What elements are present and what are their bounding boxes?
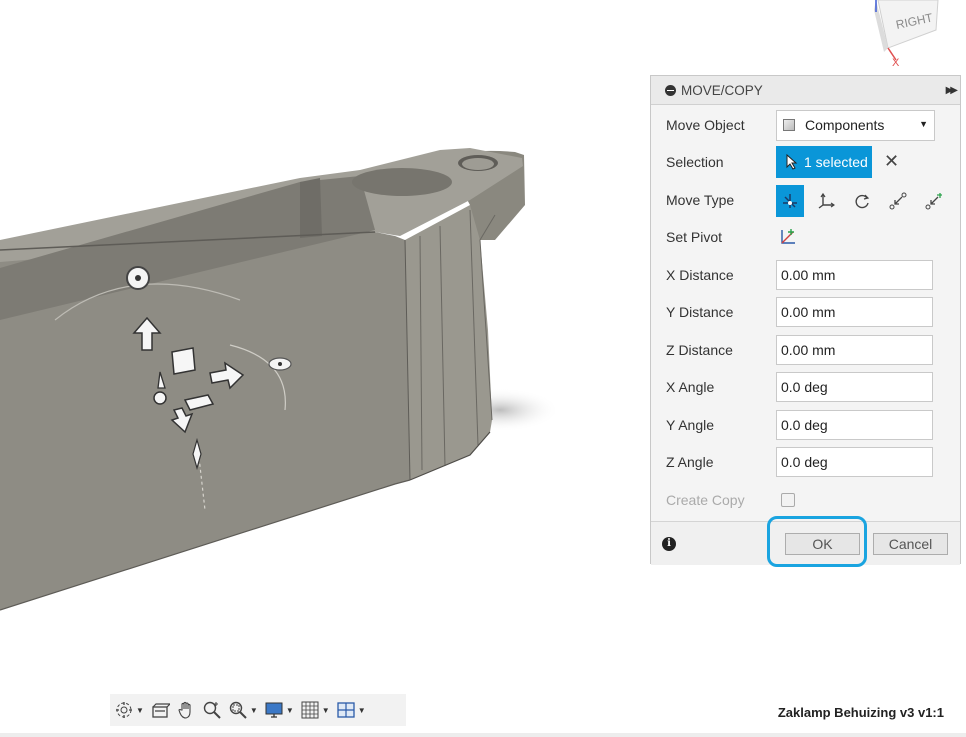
- collapse-icon[interactable]: [665, 84, 676, 96]
- move-object-row: Move Object Components ▼: [666, 109, 956, 141]
- look-at-tool[interactable]: [150, 694, 170, 726]
- move-type-label: Move Type: [666, 192, 735, 208]
- y-angle-row: Y Angle 0.0 deg: [666, 410, 956, 440]
- fit-tool[interactable]: ▼: [228, 694, 258, 726]
- viewcube[interactable]: RIGHT X: [866, 0, 966, 70]
- free-move-icon[interactable]: [776, 185, 804, 217]
- move-object-value: Components: [805, 117, 885, 133]
- move-object-label: Move Object: [666, 117, 745, 133]
- document-title: Zaklamp Behuizing v3 v1:1: [777, 705, 944, 720]
- ok-highlight-annotation: [767, 516, 867, 567]
- move-copy-dialog: MOVE/COPY ▶▶ Move Object Components ▼ Se…: [650, 75, 961, 565]
- viewports-tool[interactable]: ▼: [336, 694, 366, 726]
- z-angle-row: Z Angle 0.0 deg: [666, 447, 956, 477]
- info-icon[interactable]: i: [662, 537, 676, 551]
- navigation-toolbar: ▼ ▼ ▼ ▼ ▼: [110, 694, 406, 726]
- dialog-title: MOVE/COPY: [681, 82, 763, 98]
- hand-icon: [178, 701, 191, 719]
- grid-settings-tool[interactable]: ▼: [300, 694, 330, 726]
- point-to-position-icon[interactable]: [920, 185, 948, 217]
- cancel-button[interactable]: Cancel: [873, 533, 948, 555]
- pan-tool[interactable]: [176, 694, 196, 726]
- monitor-icon: [265, 702, 283, 718]
- bottom-strip: [0, 733, 966, 737]
- display-settings-tool[interactable]: ▼: [264, 694, 294, 726]
- selection-label: Selection: [666, 154, 724, 170]
- y-distance-row: Y Distance 0.00 mm: [666, 297, 956, 327]
- y-distance-label: Y Distance: [666, 304, 734, 320]
- move-type-row: Move Type: [666, 185, 956, 217]
- dialog-header: MOVE/COPY ▶▶: [651, 76, 960, 105]
- chevron-down-icon: ▼: [919, 118, 928, 129]
- chevron-down-icon: ▼: [357, 705, 366, 715]
- y-angle-input[interactable]: 0.0 deg: [776, 410, 933, 440]
- x-distance-row: X Distance 0.00 mm: [666, 260, 956, 290]
- create-copy-checkbox[interactable]: [781, 493, 795, 507]
- y-angle-label: Y Angle: [666, 417, 715, 433]
- cursor-icon: [786, 154, 798, 170]
- zoom-window-icon: [229, 701, 247, 719]
- z-angle-input[interactable]: 0.0 deg: [776, 447, 933, 477]
- zoom-tool[interactable]: [202, 694, 222, 726]
- point-to-point-icon[interactable]: [884, 185, 912, 217]
- chevron-down-icon: ▼: [321, 705, 330, 715]
- chevron-down-icon: ▼: [285, 705, 294, 715]
- z-angle-label: Z Angle: [666, 454, 714, 470]
- x-distance-input[interactable]: 0.00 mm: [776, 260, 933, 290]
- selection-value: 1 selected: [804, 154, 868, 170]
- translate-icon[interactable]: [812, 185, 840, 217]
- viewports-icon: [337, 702, 355, 718]
- x-angle-input[interactable]: 0.0 deg: [776, 372, 933, 402]
- set-pivot-label: Set Pivot: [666, 229, 723, 245]
- x-angle-label: X Angle: [666, 379, 715, 395]
- grid-icon: [301, 701, 319, 719]
- z-distance-input[interactable]: 0.00 mm: [776, 335, 933, 365]
- component-cube-icon: [783, 119, 795, 131]
- y-distance-input[interactable]: 0.00 mm: [776, 297, 933, 327]
- viewcube-x-axis-label: X: [892, 57, 900, 69]
- zoom-icon: [203, 701, 221, 719]
- x-distance-label: X Distance: [666, 267, 734, 283]
- create-copy-label: Create Copy: [666, 492, 745, 508]
- chevron-down-icon: ▼: [249, 705, 258, 715]
- selection-row: Selection 1 selected ✕: [666, 146, 956, 178]
- enclosure-model[interactable]: [0, 148, 525, 611]
- create-copy-row: Create Copy: [666, 485, 956, 515]
- orbit-tool[interactable]: ▼: [114, 694, 144, 726]
- move-object-dropdown[interactable]: Components ▼: [776, 109, 935, 141]
- z-distance-row: Z Distance 0.00 mm: [666, 335, 956, 365]
- set-pivot-row: Set Pivot: [666, 222, 956, 252]
- look-at-icon: [152, 703, 170, 718]
- clear-selection-icon[interactable]: ✕: [884, 151, 899, 172]
- set-pivot-icon[interactable]: [778, 227, 798, 247]
- orbit-icon: [116, 702, 132, 718]
- move-type-options: [776, 185, 956, 217]
- rotate-icon[interactable]: [848, 185, 876, 217]
- selection-button[interactable]: 1 selected: [776, 146, 872, 178]
- expand-icon[interactable]: ▶▶: [946, 85, 959, 96]
- chevron-down-icon: ▼: [136, 705, 144, 715]
- z-distance-label: Z Distance: [666, 342, 733, 358]
- x-angle-row: X Angle 0.0 deg: [666, 372, 956, 402]
